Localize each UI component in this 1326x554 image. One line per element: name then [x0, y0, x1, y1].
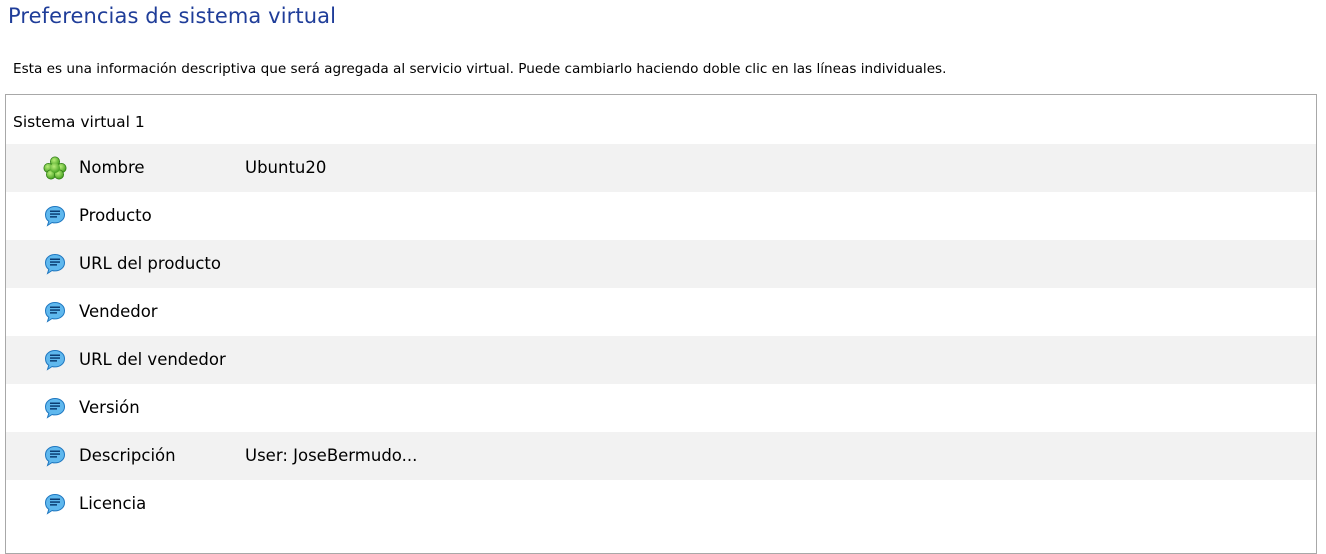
tree-row-vendedor[interactable]: Vendedor	[6, 288, 1316, 336]
speech-bubble-icon	[43, 444, 67, 468]
speech-bubble-icon	[43, 252, 67, 276]
tree-row-nombre[interactable]: Nombre Ubuntu20	[6, 144, 1316, 192]
page-title: Preferencias de sistema virtual	[8, 4, 337, 28]
tree-row-url-producto[interactable]: URL del producto	[6, 240, 1316, 288]
row-label: Versión	[79, 398, 140, 417]
row-value[interactable]: Ubuntu20	[245, 158, 326, 178]
row-label: Descripción	[79, 446, 176, 465]
tree-rows: Nombre Ubuntu20 Producto URL del product…	[6, 144, 1316, 528]
row-label: Producto	[79, 206, 152, 225]
tree-group-header[interactable]: Sistema virtual 1	[13, 112, 145, 132]
tree-row-url-vendedor[interactable]: URL del vendedor	[6, 336, 1316, 384]
row-label: URL del producto	[79, 254, 221, 273]
tree-row-producto[interactable]: Producto	[6, 192, 1316, 240]
row-value[interactable]: User: JoseBermudo...	[245, 446, 417, 466]
speech-bubble-icon	[43, 492, 67, 516]
tree-row-licencia[interactable]: Licencia	[6, 480, 1316, 528]
speech-bubble-icon	[43, 396, 67, 420]
green-puzzle-icon	[43, 156, 67, 180]
tree-row-descripcion[interactable]: Descripción User: JoseBermudo...	[6, 432, 1316, 480]
row-label: Vendedor	[79, 302, 158, 321]
row-label: Nombre	[79, 158, 145, 177]
speech-bubble-icon	[43, 348, 67, 372]
speech-bubble-icon	[43, 300, 67, 324]
description-text: Esta es una información descriptiva que …	[13, 61, 947, 77]
row-label: Licencia	[79, 494, 147, 513]
appliance-settings-tree[interactable]: Sistema virtual 1 Nombre Ubuntu20 Produc…	[5, 94, 1317, 554]
speech-bubble-icon	[43, 204, 67, 228]
tree-row-version[interactable]: Versión	[6, 384, 1316, 432]
row-label: URL del vendedor	[79, 350, 226, 369]
